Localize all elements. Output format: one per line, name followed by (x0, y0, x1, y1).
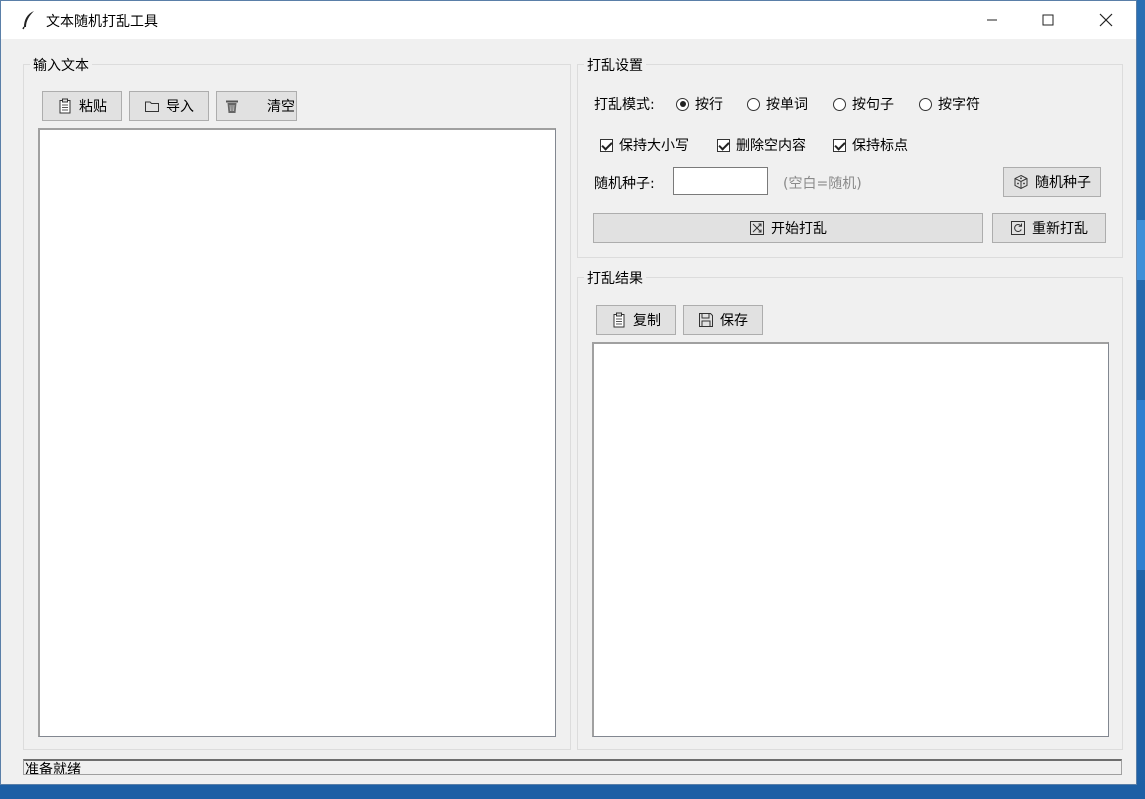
status-bar: 准备就绪 (23, 759, 1122, 775)
option-label: 保持大小写 (619, 138, 689, 154)
import-button[interactable]: 导入 (129, 91, 209, 121)
seed-hint: (空白=随机) (783, 176, 862, 192)
mode-radio-char[interactable]: 按字符 (919, 94, 980, 114)
status-text: 准备就绪 (25, 762, 81, 775)
maximize-button[interactable] (1019, 1, 1077, 39)
settings-group-label: 打乱设置 (584, 55, 646, 75)
keep-case-checkbox[interactable]: 保持大小写 (600, 135, 689, 155)
mode-option-label: 按字符 (938, 97, 980, 113)
minimize-icon (987, 19, 997, 21)
keep-punct-checkbox[interactable]: 保持标点 (833, 135, 908, 155)
radio-selected-icon (676, 97, 689, 111)
copy-button[interactable]: 复制 (596, 305, 676, 335)
radio-icon (747, 97, 760, 111)
clear-button[interactable]: 清空 (216, 91, 297, 121)
close-button[interactable] (1077, 1, 1135, 39)
random-seed-button[interactable]: 随机种子 (1003, 167, 1101, 197)
folder-icon (144, 98, 160, 114)
checkbox-checked-icon (833, 138, 846, 152)
input-group-label: 输入文本 (30, 55, 92, 75)
title-bar: 文本随机打乱工具 (1, 1, 1136, 39)
dice-icon (1013, 174, 1029, 190)
random-seed-label: 随机种子 (1035, 175, 1091, 191)
reshuffle-button[interactable]: 重新打乱 (992, 213, 1106, 243)
maximize-icon (1042, 14, 1054, 26)
seed-input[interactable] (673, 167, 768, 195)
radio-icon (919, 97, 932, 111)
desktop-edge (1137, 220, 1145, 280)
option-label: 保持标点 (852, 138, 908, 154)
feather-icon (21, 10, 37, 30)
shuffle-icon (749, 220, 765, 236)
clipboard-icon (611, 312, 627, 328)
mode-label: 打乱模式: (594, 97, 655, 113)
mode-option-label: 按句子 (852, 97, 894, 113)
mode-radio-line[interactable]: 按行 (676, 94, 723, 114)
result-textarea[interactable] (592, 342, 1109, 737)
reshuffle-label: 重新打乱 (1032, 221, 1088, 237)
app-window: 文本随机打乱工具 输入文本 粘贴 导入 清空 打乱设置 打乱模式: 按行 按单词… (0, 0, 1137, 785)
mode-option-label: 按行 (695, 97, 723, 113)
paste-label: 粘贴 (79, 99, 107, 115)
option-label: 删除空内容 (736, 138, 806, 154)
close-icon (1099, 13, 1113, 27)
import-label: 导入 (166, 99, 194, 115)
clear-label: 清空 (267, 99, 295, 115)
start-shuffle-label: 开始打乱 (771, 221, 827, 237)
save-button[interactable]: 保存 (683, 305, 763, 335)
radio-icon (833, 97, 846, 111)
mode-option-label: 按单词 (766, 97, 808, 113)
clipboard-icon (57, 98, 73, 114)
copy-label: 复制 (633, 313, 661, 329)
save-label: 保存 (720, 313, 748, 329)
trash-icon (224, 98, 240, 114)
minimize-button[interactable] (963, 1, 1021, 39)
remove-empty-checkbox[interactable]: 删除空内容 (717, 135, 806, 155)
input-textarea[interactable] (38, 128, 556, 737)
floppy-disk-icon (698, 312, 714, 328)
mode-radio-sentence[interactable]: 按句子 (833, 94, 894, 114)
result-group-label: 打乱结果 (584, 268, 646, 288)
start-shuffle-button[interactable]: 开始打乱 (593, 213, 983, 243)
paste-button[interactable]: 粘贴 (42, 91, 122, 121)
window-title: 文本随机打乱工具 (46, 14, 158, 30)
checkbox-checked-icon (600, 138, 613, 152)
refresh-icon (1010, 220, 1026, 236)
mode-radio-word[interactable]: 按单词 (747, 94, 808, 114)
desktop-edge (1137, 400, 1145, 570)
checkbox-checked-icon (717, 138, 730, 152)
seed-label: 随机种子: (594, 176, 655, 192)
